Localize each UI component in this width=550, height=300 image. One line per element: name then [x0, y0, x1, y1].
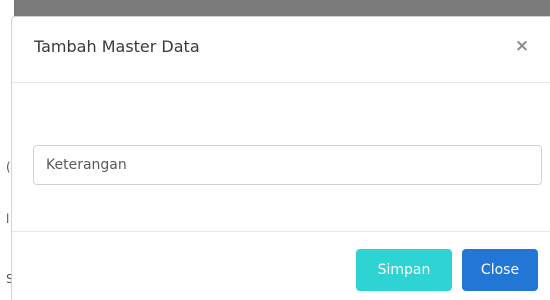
- keterangan-input[interactable]: [33, 145, 542, 185]
- backdrop-text-fragment: (: [6, 160, 11, 174]
- modal-header: Tambah Master Data ×: [12, 17, 550, 83]
- close-button[interactable]: Close: [462, 249, 538, 291]
- modal-dialog: Tambah Master Data × Simpan Close: [11, 16, 550, 300]
- modal-body: [12, 83, 550, 231]
- backdrop-text-fragment: l: [6, 212, 10, 226]
- modal-footer: Simpan Close: [12, 231, 550, 300]
- close-icon[interactable]: ×: [511, 35, 533, 57]
- modal-title: Tambah Master Data: [34, 37, 200, 56]
- save-button[interactable]: Simpan: [356, 249, 452, 291]
